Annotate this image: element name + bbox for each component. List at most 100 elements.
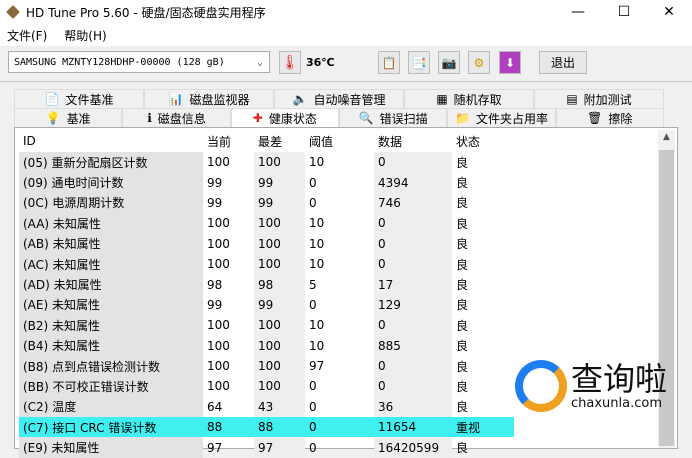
tab-label: 磁盘信息: [157, 111, 206, 126]
tab-tabs_top-1[interactable]: 📊 磁盘监视器: [144, 89, 274, 108]
table-row[interactable]: (AA) 未知属性 100 100 10 0 良: [19, 213, 514, 234]
tab-tabs_bottom-0[interactable]: 💡 基准: [14, 108, 123, 127]
table-cell: 885: [374, 335, 452, 356]
column-header[interactable]: 数据: [374, 130, 452, 152]
window-title: HD Tune Pro 5.60 - 硬盘/固态硬盘实用程序: [26, 5, 266, 20]
table-row[interactable]: (05) 重新分配扇区计数 100 100 10 0 良: [19, 152, 514, 173]
table-cell: (AA) 未知属性: [19, 213, 203, 234]
tab-tabs_top-4[interactable]: ▤ 附加测试: [534, 89, 664, 108]
extra-tests-icon: ▤: [566, 92, 578, 106]
table-cell: 100: [254, 233, 305, 254]
table-row[interactable]: (AE) 未知属性 99 99 0 129 良: [19, 294, 514, 316]
screenshot-button[interactable]: 📷: [438, 51, 460, 74]
table-cell: 88: [254, 417, 305, 438]
tab-label: 附加测试: [583, 92, 632, 107]
table-cell: 100: [254, 213, 305, 234]
table-cell: 100: [207, 379, 230, 394]
table-row[interactable]: (09) 通电时间计数 99 99 0 4394 良: [19, 172, 514, 193]
table-cell: 良: [456, 237, 469, 252]
table-cell: 良: [456, 155, 469, 170]
table-cell: 100: [207, 216, 230, 231]
table-cell: 100: [254, 335, 305, 356]
tab-tabs_top-0[interactable]: 📄 文件基准: [14, 89, 144, 108]
temperature-value: 36℃: [306, 56, 335, 69]
table-cell: 99: [254, 192, 305, 214]
table-row[interactable]: (C7) 接口 CRC 错误计数 88 88 0 11654 重视: [19, 417, 514, 438]
table-cell: 100: [254, 152, 305, 173]
maximize-button[interactable]: ☐: [601, 0, 647, 24]
table-cell: 0: [374, 315, 452, 336]
table-row[interactable]: (B8) 点到点错误检测计数 100 100 97 0 良: [19, 355, 514, 377]
column-header[interactable]: ID: [19, 130, 203, 152]
column-header[interactable]: 当前: [203, 130, 254, 152]
folder-icon: 📁: [454, 111, 470, 125]
table-cell: 5: [309, 277, 317, 292]
column-header[interactable]: 状态: [452, 130, 514, 152]
table-cell: 100: [207, 338, 230, 353]
close-button[interactable]: ✕: [646, 0, 692, 24]
table-cell: 0: [374, 376, 452, 397]
table-row[interactable]: (C2) 温度 64 43 0 36 良: [19, 396, 514, 418]
table-cell: 0: [374, 233, 452, 254]
tab-tabs_top-2[interactable]: 🔈 自动噪音管理: [274, 89, 404, 108]
table-cell: 0: [309, 297, 317, 312]
table-cell: 10: [309, 257, 325, 272]
tab-tabs_bottom-5[interactable]: 🗑 擦除: [555, 108, 664, 127]
scroll-up-icon[interactable]: ▲: [658, 132, 675, 142]
table-row[interactable]: (AC) 未知属性 100 100 10 0 良: [19, 253, 514, 275]
tab-tabs_top-3[interactable]: ▦ 随机存取: [404, 89, 534, 108]
app-icon: [6, 5, 20, 19]
menu-bar: 文件(F) 帮助(H): [0, 24, 692, 46]
table-row[interactable]: (0C) 电源周期计数 99 99 0 746 良: [19, 192, 514, 214]
table-cell: 0: [374, 213, 452, 234]
table-cell: (BB) 不可校正错误计数: [19, 376, 203, 397]
exit-button[interactable]: 退出: [539, 51, 587, 74]
table-row[interactable]: (AD) 未知属性 98 98 5 17 良: [19, 274, 514, 295]
menu-help[interactable]: 帮助(H): [64, 27, 106, 44]
table-cell: (B4) 未知属性: [19, 335, 203, 356]
table-row[interactable]: (B2) 未知属性 100 100 10 0 良: [19, 315, 514, 336]
table-header: ID 当前 最差 阈值 数据 状态: [19, 130, 514, 152]
table-row[interactable]: (B4) 未知属性 100 100 10 885 良: [19, 335, 514, 356]
table-cell: 0: [374, 152, 452, 173]
tab-tabs_bottom-1[interactable]: ℹ 磁盘信息: [122, 108, 231, 127]
random-access-icon: ▦: [436, 92, 448, 106]
tab-tabs_bottom-4[interactable]: 📁 文件夹占用率: [447, 108, 556, 127]
table-cell: 重视: [452, 417, 514, 438]
copy-image-button[interactable]: 📑: [408, 51, 430, 74]
table-cell: 100: [207, 155, 230, 170]
health-cross-icon: ✚: [252, 111, 263, 125]
table-cell: 良: [456, 379, 469, 394]
table-cell: (B8) 点到点错误检测计数: [19, 355, 203, 377]
table-cell: (0C) 电源周期计数: [19, 192, 203, 214]
table-cell: (AD) 未知属性: [19, 274, 203, 295]
menu-file[interactable]: 文件(F): [7, 27, 47, 44]
table-cell: 97: [309, 359, 325, 374]
table-row[interactable]: (AB) 未知属性 100 100 10 0 良: [19, 233, 514, 254]
minimize-button[interactable]: —: [555, 0, 601, 24]
table-cell: 0: [309, 175, 317, 190]
tab-label: 基准: [66, 111, 91, 126]
table-cell: (05) 重新分配扇区计数: [19, 152, 203, 173]
watermark: 查询啦 chaxunla.com: [515, 360, 667, 412]
options-button[interactable]: ⚙: [468, 51, 490, 74]
column-header[interactable]: 阈值: [305, 130, 374, 152]
table-row[interactable]: (E9) 未知属性 97 97 0 16420599 良: [19, 437, 514, 458]
thermometer-icon: 🌡: [279, 51, 301, 74]
column-header[interactable]: 最差: [254, 130, 305, 152]
tab-tabs_bottom-2[interactable]: ✚ 健康状态: [230, 108, 339, 127]
copy-text-button[interactable]: 📋: [378, 51, 400, 74]
tab-label: 擦除: [608, 111, 633, 126]
table-cell: (C7) 接口 CRC 错误计数: [19, 417, 203, 438]
tab-row-bottom: 💡 基准 ℹ 磁盘信息 ✚ 健康状态 🔍 错误扫描 📁 文件夹占用率 🗑 擦除: [14, 108, 664, 127]
table-cell: 100: [207, 257, 230, 272]
table-cell: 99: [207, 195, 223, 210]
table-row[interactable]: (BB) 不可校正错误计数 100 100 0 0 良: [19, 376, 514, 397]
table-cell: 100: [207, 359, 230, 374]
table-cell: 良: [456, 318, 469, 333]
drive-select[interactable]: SAMSUNG MZNTY128HDHP-00000 (128 gB) ⌄: [8, 51, 270, 73]
tab-tabs_bottom-3[interactable]: 🔍 错误扫描: [338, 108, 448, 127]
table-cell: 99: [207, 297, 223, 312]
gear-icon: ⚙: [473, 55, 485, 70]
save-button[interactable]: ⬇: [499, 51, 521, 74]
